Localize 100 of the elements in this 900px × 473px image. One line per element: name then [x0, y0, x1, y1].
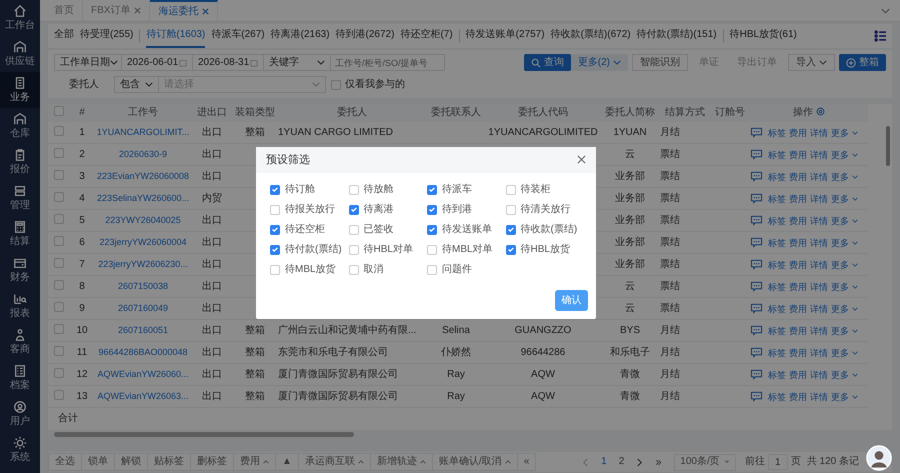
status-tab[interactable]: 全部 — [54, 24, 74, 48]
checkbox[interactable] — [506, 244, 516, 254]
page-input[interactable]: 1 — [768, 454, 788, 470]
sidebar-item[interactable]: 工作台 — [0, 0, 40, 36]
checkbox[interactable] — [270, 184, 280, 194]
sidebar-item[interactable]: 结算 — [0, 216, 40, 252]
chat-icon[interactable] — [750, 369, 763, 380]
double-chevron-right-icon[interactable] — [655, 458, 662, 466]
job-link[interactable]: 1YUANCARGOLIMIT... — [96, 127, 190, 137]
sidebar-item[interactable]: 客商 — [0, 324, 40, 360]
action-button[interactable]: 导出订单 — [730, 54, 784, 71]
close-icon[interactable] — [577, 155, 586, 164]
close-icon[interactable] — [134, 7, 142, 14]
page-tab[interactable]: 海运委托 — [150, 0, 218, 21]
toolbar-button[interactable]: 账单确认/取消 — [432, 453, 518, 471]
checkbox[interactable] — [427, 244, 437, 254]
checkbox[interactable] — [54, 236, 64, 246]
checkbox[interactable] — [348, 244, 358, 254]
job-link[interactable]: 223YWY26040025 — [105, 215, 181, 225]
row-action-link[interactable]: 标签 — [768, 258, 786, 270]
checkbox[interactable] — [54, 214, 64, 224]
row-action-link[interactable]: 标签 — [768, 280, 786, 292]
page-size-select[interactable]: 100条/页 — [674, 454, 736, 470]
row-action-link[interactable]: 费用 — [789, 214, 807, 226]
checkbox[interactable] — [506, 184, 516, 194]
row-action-link[interactable]: 更多 — [831, 324, 849, 336]
row-action-link[interactable]: 详情 — [810, 346, 828, 358]
status-tab[interactable]: 待派车(267) — [211, 24, 265, 48]
chat-icon[interactable] — [750, 281, 763, 292]
action-button[interactable]: 导入 — [788, 54, 835, 71]
checkbox[interactable] — [270, 244, 280, 254]
chat-icon[interactable] — [750, 193, 763, 204]
chat-icon[interactable] — [750, 237, 763, 248]
job-link[interactable]: 223jerryYW2606230... — [98, 259, 188, 269]
checkbox[interactable] — [427, 224, 437, 234]
checkbox[interactable] — [348, 204, 358, 214]
job-link[interactable]: 2607160049 — [118, 303, 168, 313]
action-button[interactable]: 智能识别 — [632, 54, 688, 71]
job-link[interactable]: 2607160051 — [118, 325, 168, 335]
row-action-link[interactable]: 费用 — [789, 170, 807, 182]
row-action-link[interactable]: 详情 — [810, 236, 828, 248]
toolbar-button[interactable]: 承运商互联 — [298, 453, 371, 471]
checkbox[interactable] — [270, 224, 280, 234]
checkbox[interactable] — [54, 324, 64, 334]
sidebar-item[interactable]: 业务 — [0, 72, 40, 108]
confirm-button[interactable]: 确认 — [555, 290, 588, 310]
page-number[interactable]: 2 — [618, 456, 624, 468]
row-action-link[interactable]: 详情 — [810, 324, 828, 336]
checkbox[interactable] — [54, 192, 64, 202]
sidebar-item[interactable]: 系统 — [0, 432, 40, 468]
settings-icon[interactable] — [816, 107, 825, 116]
job-link[interactable]: 223SelinaYW260600... — [96, 193, 190, 203]
sidebar-item[interactable]: 报表 — [0, 288, 40, 324]
toolbar-button[interactable]: 贴标签 — [147, 453, 191, 471]
status-tab[interactable]: 待付款(票结)(151) — [636, 24, 717, 48]
row-action-link[interactable]: 详情 — [810, 148, 828, 160]
row-action-link[interactable]: 详情 — [810, 192, 828, 204]
sidebar-item[interactable]: 报价 — [0, 144, 40, 180]
row-action-link[interactable]: 标签 — [768, 148, 786, 160]
row-action-link[interactable]: 费用 — [789, 148, 807, 160]
row-action-link[interactable]: 标签 — [768, 214, 786, 226]
chat-icon[interactable] — [750, 347, 763, 358]
action-button[interactable]: 单证 — [692, 54, 726, 71]
chat-icon[interactable] — [750, 391, 763, 402]
checkbox[interactable] — [54, 302, 64, 312]
avatar[interactable] — [866, 445, 892, 471]
action-button[interactable]: 查询 — [524, 54, 571, 71]
toolbar-button[interactable]: ▲ — [275, 453, 299, 471]
checkbox[interactable] — [348, 184, 358, 194]
chat-icon[interactable] — [750, 171, 763, 182]
toolbar-button[interactable]: 解锁 — [114, 453, 148, 471]
list-settings-icon[interactable] — [874, 30, 886, 42]
row-action-link[interactable]: 费用 — [789, 280, 807, 292]
status-tab[interactable]: 待还空柜(7) — [400, 24, 453, 48]
checkbox[interactable] — [54, 390, 64, 400]
row-action-link[interactable]: 详情 — [810, 390, 828, 402]
checkbox[interactable] — [54, 170, 64, 180]
sidebar-item[interactable]: 供应链 — [0, 36, 40, 72]
job-link[interactable]: 223EvianYW26060008 — [96, 171, 190, 181]
job-link[interactable]: AQWEvianYW26060... — [97, 369, 189, 379]
row-action-link[interactable]: 更多 — [831, 148, 849, 160]
keyword-field[interactable]: 工作号/柜号/SO/提单号 — [330, 54, 445, 71]
action-button[interactable]: 整箱 — [839, 54, 886, 71]
row-action-link[interactable]: 费用 — [789, 126, 807, 138]
status-tab[interactable]: 待收款(票结)(672) — [550, 24, 631, 48]
status-tab[interactable]: 待受理(255) — [80, 24, 134, 48]
checkbox[interactable] — [54, 126, 64, 136]
sidebar-item[interactable]: 财务 — [0, 252, 40, 288]
status-tab[interactable]: 待发送账单(2757) — [466, 24, 545, 48]
page-tab[interactable]: FBX订单 — [83, 0, 150, 21]
status-tab[interactable]: 待离港(2163) — [270, 24, 330, 48]
job-link[interactable]: 223jerryYW26060004 — [99, 237, 187, 247]
row-action-link[interactable]: 更多 — [831, 258, 849, 270]
scrollbar[interactable] — [54, 432, 354, 437]
chevron-down-icon[interactable] — [881, 8, 890, 14]
toolbar-button[interactable]: 全选 — [48, 453, 82, 471]
chat-icon[interactable] — [750, 325, 763, 336]
status-tab[interactable]: 待订舱(1603) — [146, 24, 206, 48]
checkbox[interactable] — [54, 368, 64, 378]
checkbox[interactable] — [331, 80, 341, 90]
